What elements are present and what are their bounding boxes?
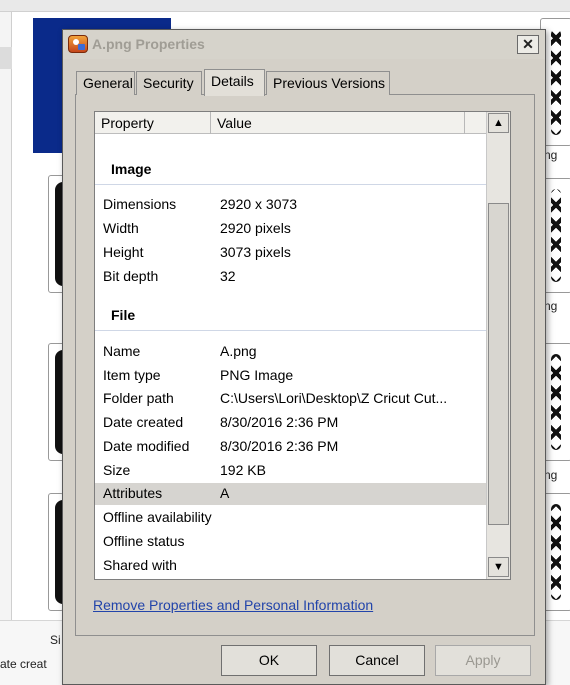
table-row[interactable]: Offline status [95,531,486,553]
image-file-icon [68,35,88,53]
tab-general[interactable]: General [76,71,135,95]
properties-dialog: A.png Properties ✕ General Security Deta… [62,29,546,685]
property-name: Date created [103,414,184,430]
explorer-nav-pane [0,12,12,620]
property-name: Bit depth [103,268,159,284]
table-row[interactable]: Offline availability [95,507,486,529]
property-value: A.png [220,343,257,359]
property-value: PNG Image [220,367,294,383]
table-row[interactable]: Size 192 KB [95,460,486,482]
explorer-nav-highlight [0,47,12,69]
file-caption: ng [544,148,558,162]
group-title-file: File [111,307,136,323]
file-caption: ng [544,299,558,313]
table-row[interactable]: Folder path C:\Users\Lori\Desktop\Z Cric… [95,388,486,410]
property-name: Height [103,244,144,260]
property-name: Shared with [103,557,177,573]
property-name: Date modified [103,438,190,454]
list-header: Property Value [95,112,486,134]
explorer-toolbar-strip [0,0,570,12]
table-row[interactable]: Bit depth 32 [95,266,486,288]
dialog-titlebar[interactable]: A.png Properties ✕ [63,30,545,59]
details-label: Si [50,633,61,647]
property-value: A [220,485,230,501]
close-button[interactable]: ✕ [517,35,539,54]
table-row[interactable]: Height 3073 pixels [95,242,486,264]
details-list[interactable]: Property Value Image Dimensions 2920 x 3… [94,111,511,580]
column-header-value[interactable]: Value [211,112,465,134]
property-value: 32 [220,268,236,284]
vertical-scrollbar[interactable]: ▲ ▼ [486,112,510,579]
scrollbar-thumb[interactable] [488,203,509,525]
property-value: 2920 pixels [220,220,291,236]
property-name: Item type [103,367,161,383]
property-name: Folder path [103,390,174,406]
group-divider [95,184,486,185]
table-row[interactable]: Width 2920 pixels [95,218,486,240]
table-row[interactable]: Shared with [95,555,486,577]
property-name: Dimensions [103,196,177,212]
table-row[interactable]: Date created 8/30/2016 2:36 PM [95,412,486,434]
table-row[interactable]: Name A.png [95,341,486,363]
remove-properties-link[interactable]: Remove Properties and Personal Informati… [93,597,373,613]
ok-button[interactable]: OK [221,645,317,676]
dialog-title: A.png Properties [92,36,205,52]
property-name: Size [103,462,131,478]
property-value: 192 KB [220,462,266,478]
property-value: C:\Users\Lori\Desktop\Z Cricut Cut... [220,390,448,406]
cancel-button[interactable]: Cancel [329,645,425,676]
file-caption: ng [544,468,558,482]
scroll-down-icon[interactable]: ▼ [488,557,509,577]
scroll-up-icon[interactable]: ▲ [488,113,509,133]
group-divider [95,330,486,331]
property-name: Offline status [103,533,185,549]
table-row[interactable]: Date modified 8/30/2016 2:36 PM [95,436,486,458]
apply-button[interactable]: Apply [435,645,531,676]
property-value: 8/30/2016 2:36 PM [220,414,339,430]
property-name: Offline availability [103,509,212,525]
property-name: Width [103,220,139,236]
group-title-image: Image [111,161,152,177]
column-header-property[interactable]: Property [95,112,211,134]
tab-security[interactable]: Security [136,71,202,95]
property-value: 2920 x 3073 [220,196,298,212]
table-row[interactable]: Dimensions 2920 x 3073 [95,194,486,216]
details-label: ate creat [0,657,47,671]
property-name: Name [103,343,141,359]
property-name: Attributes [103,485,163,501]
property-value: 8/30/2016 2:36 PM [220,438,339,454]
tab-previous-versions[interactable]: Previous Versions [266,71,390,95]
table-row-selected[interactable]: Attributes A [95,483,486,505]
property-value: 3073 pixels [220,244,291,260]
tab-details[interactable]: Details [204,69,265,96]
table-row[interactable]: Item type PNG Image [95,365,486,387]
